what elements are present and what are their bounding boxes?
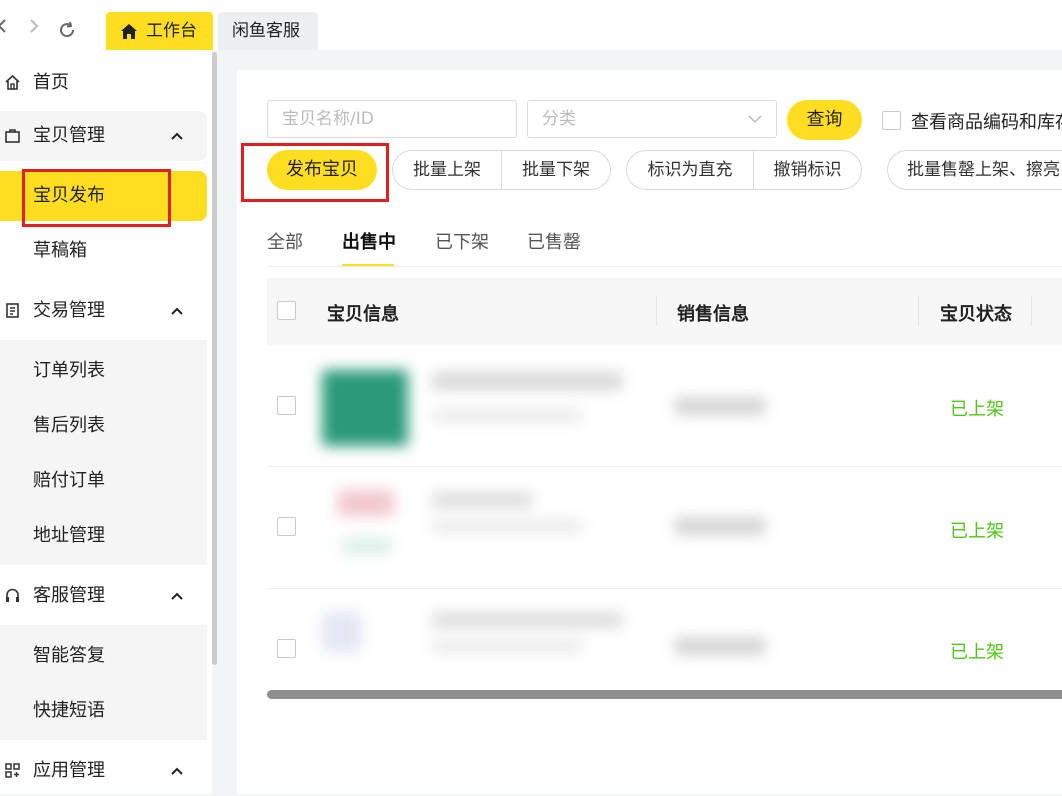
row-divider <box>267 588 1062 589</box>
sidebar-item-smart-reply[interactable]: 智能答复 <box>0 631 207 681</box>
table-horizontal-scrollbar[interactable] <box>267 690 1062 699</box>
column-divider <box>918 296 919 326</box>
tab-xianyu-service[interactable]: 闲鱼客服 <box>218 12 318 50</box>
sidebar-item-label: 快捷短语 <box>33 700 105 721</box>
tab-workbench[interactable]: 工作台 <box>106 12 213 50</box>
row-divider <box>267 466 1062 467</box>
product-meta-blurred <box>432 640 582 652</box>
chevron-up-icon <box>171 767 183 775</box>
chevron-down-icon <box>748 115 762 124</box>
product-thumbnail <box>322 612 362 652</box>
product-meta-blurred <box>432 410 582 422</box>
sidebar-item-label: 地址管理 <box>33 525 105 546</box>
bulk-shelf-group: 批量上架 批量下架 <box>392 150 611 190</box>
sidebar-item-label: 草稿箱 <box>33 240 87 261</box>
sidebar-item-order-list[interactable]: 订单列表 <box>0 346 207 396</box>
bulk-off-shelf-button[interactable]: 批量下架 <box>502 151 610 189</box>
sidebar-item-aftersale-list[interactable]: 售后列表 <box>0 401 207 451</box>
row-checkbox[interactable] <box>277 639 296 658</box>
sidebar-item-label: 首页 <box>33 72 69 93</box>
status-badge: 已上架 <box>950 399 1004 420</box>
sidebar-item-quick-phrases[interactable]: 快捷短语 <box>0 686 207 736</box>
bulk-soldout-shelf-polish-button[interactable]: 批量售罄上架、擦亮 <box>887 150 1062 190</box>
status-badge: 已上架 <box>950 521 1004 542</box>
sidebar-group-product-mgmt[interactable]: 宝贝管理 <box>0 111 207 161</box>
sidebar-group-cs-mgmt[interactable]: 客服管理 <box>0 571 207 621</box>
chevron-left-icon[interactable] <box>0 18 8 34</box>
home-outline-icon <box>5 74 20 90</box>
product-title-blurred <box>432 372 622 390</box>
mark-direct-charge-button[interactable]: 标识为直充 <box>627 151 753 189</box>
chevron-right-icon[interactable] <box>28 18 40 34</box>
category-placeholder: 分类 <box>542 109 576 129</box>
product-meta-blurred <box>432 520 582 532</box>
sidebar-item-label: 智能答复 <box>33 645 105 666</box>
mark-group: 标识为直充 撤销标识 <box>626 150 862 190</box>
top-bar: 工作台 闲鱼客服 <box>0 0 1062 50</box>
sidebar-item-label: 赔付订单 <box>33 470 105 491</box>
sidebar-item-label: 宝贝管理 <box>33 125 105 146</box>
document-icon <box>6 303 19 318</box>
sidebar-scrollbar[interactable] <box>212 52 217 665</box>
unmark-button[interactable]: 撤销标识 <box>754 151 861 189</box>
chevron-up-icon <box>171 132 183 140</box>
grid-icon <box>5 763 20 778</box>
chevron-up-icon <box>171 307 183 315</box>
sidebar-group-trade-mgmt[interactable]: 交易管理 <box>0 286 207 336</box>
product-thumbnail-detail <box>342 538 392 554</box>
highlight-box-publish <box>241 143 389 202</box>
highlight-box-sidebar <box>22 169 171 227</box>
sales-info-blurred <box>675 518 765 534</box>
sidebar-item-address-mgmt[interactable]: 地址管理 <box>0 511 207 561</box>
chevron-up-icon <box>171 592 183 600</box>
select-all-checkbox[interactable] <box>277 301 296 320</box>
tab-on-sale[interactable]: 出售中 <box>342 228 396 254</box>
product-title-blurred <box>432 612 622 628</box>
column-divider <box>1031 296 1032 326</box>
button-label: 批量售罄上架、擦亮 <box>907 160 1060 180</box>
status-badge: 已上架 <box>950 642 1004 663</box>
headset-icon <box>6 588 19 602</box>
bag-icon <box>5 129 20 143</box>
show-code-stock-label: 查看商品编码和库存 <box>911 112 1062 133</box>
sidebar-item-drafts[interactable]: 草稿箱 <box>0 226 207 276</box>
column-divider <box>656 296 657 326</box>
sidebar-item-home[interactable]: 首页 <box>0 58 207 108</box>
home-icon <box>121 24 137 39</box>
sidebar-group-app-mgmt[interactable]: 应用管理 <box>0 746 207 796</box>
tab-label: 工作台 <box>146 21 197 41</box>
product-name-search-input[interactable]: 宝贝名称/ID <box>267 100 517 138</box>
tab-delisted[interactable]: 已下架 <box>435 228 489 254</box>
tab-label: 闲鱼客服 <box>232 21 300 41</box>
sidebar-item-label: 应用管理 <box>33 760 105 781</box>
tab-all[interactable]: 全部 <box>267 228 303 254</box>
sales-info-blurred <box>675 398 765 414</box>
sidebar-item-label: 客服管理 <box>33 585 105 606</box>
refresh-icon[interactable] <box>58 21 76 39</box>
product-title-blurred <box>432 492 532 508</box>
row-checkbox[interactable] <box>277 517 296 536</box>
query-button[interactable]: 查询 <box>787 100 862 140</box>
sidebar-item-compensation-orders[interactable]: 赔付订单 <box>0 456 207 506</box>
product-thumbnail <box>322 370 408 446</box>
sidebar-item-label: 售后列表 <box>33 415 105 436</box>
tabs-divider <box>267 266 1062 267</box>
tab-sold-out[interactable]: 已售罄 <box>527 228 581 254</box>
column-header-sales-info: 销售信息 <box>677 304 749 325</box>
row-checkbox[interactable] <box>277 396 296 415</box>
column-header-product-status: 宝贝状态 <box>940 304 1012 325</box>
sidebar-item-label: 交易管理 <box>33 300 105 321</box>
bulk-on-shelf-button[interactable]: 批量上架 <box>393 151 501 189</box>
product-thumbnail <box>338 490 394 516</box>
sales-info-blurred <box>675 638 765 654</box>
sidebar: 首页 宝贝管理 宝贝发布 草稿箱 交易管理 订单列表 售后列表 赔付订单 地址管… <box>0 50 212 794</box>
category-select[interactable]: 分类 <box>527 100 777 138</box>
column-header-product-info: 宝贝信息 <box>327 304 399 325</box>
show-code-stock-checkbox[interactable] <box>882 111 901 130</box>
sidebar-item-label: 订单列表 <box>33 360 105 381</box>
